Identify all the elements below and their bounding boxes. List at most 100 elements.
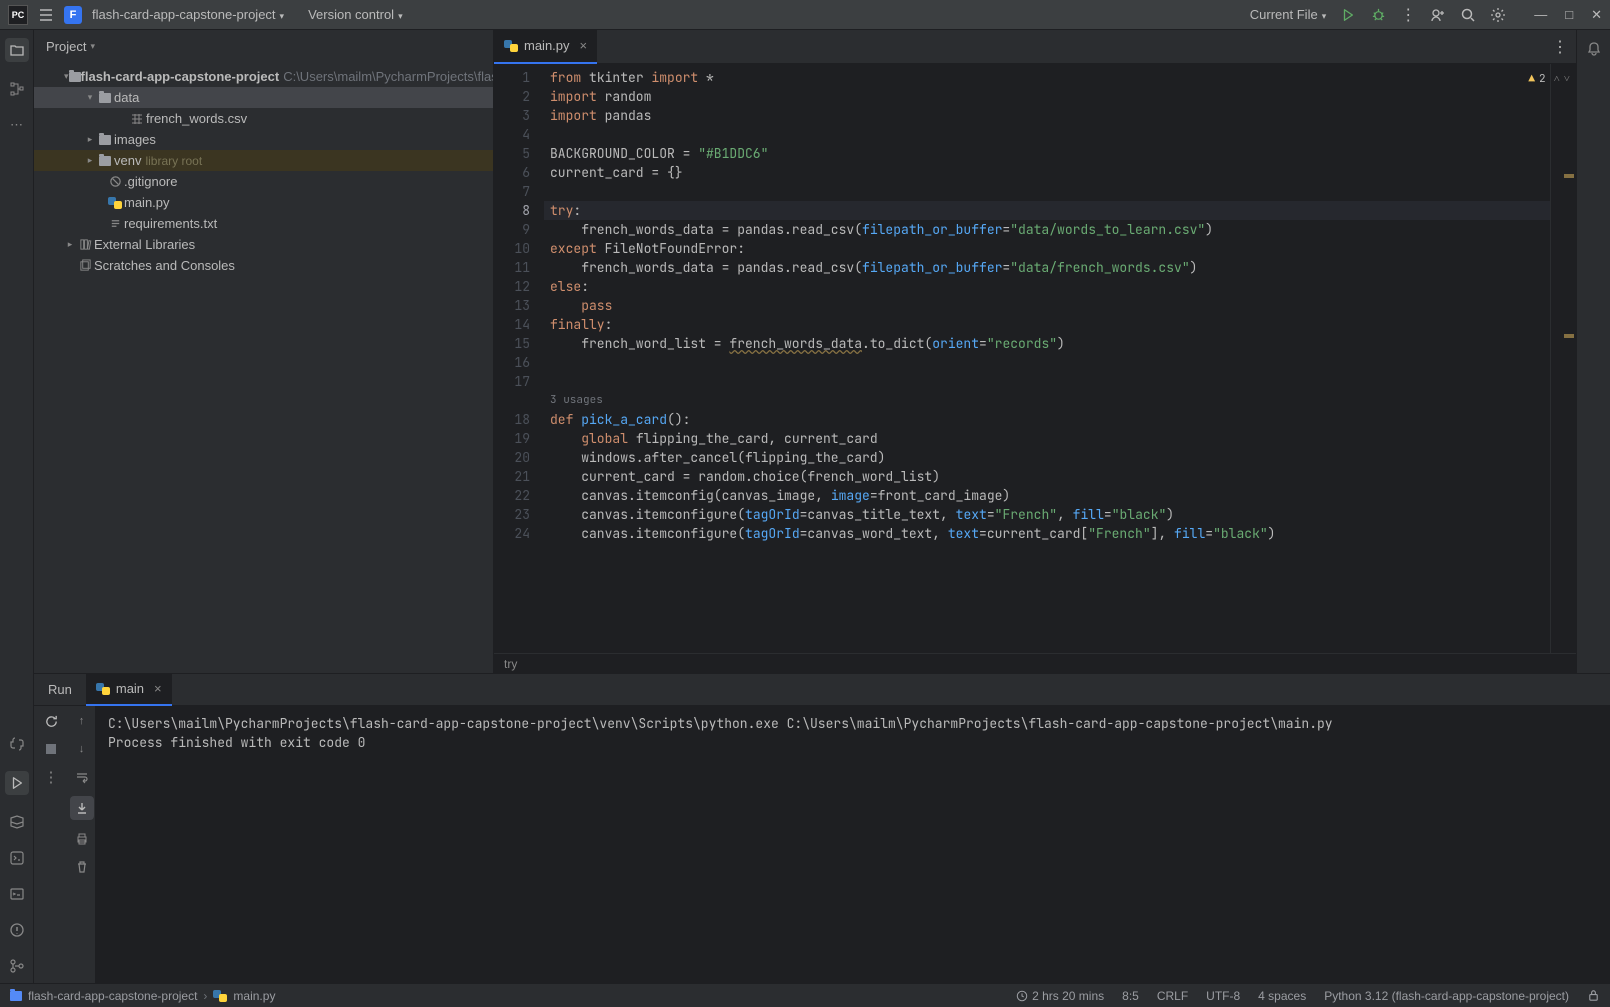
maximize-icon[interactable]: □	[1565, 7, 1573, 23]
python-file-icon	[213, 989, 227, 1003]
project-tool-icon[interactable]	[5, 38, 29, 62]
run-config-selector[interactable]: Current File▾	[1250, 7, 1326, 22]
lock-icon[interactable]	[1587, 989, 1600, 1002]
print-icon[interactable]	[73, 830, 91, 848]
tree-file-csv[interactable]: french_words.csv	[34, 108, 493, 129]
close-tab-icon[interactable]: ×	[580, 38, 588, 53]
chevron-right-icon[interactable]: ▸	[84, 155, 96, 166]
python-console-icon[interactable]	[8, 849, 26, 867]
ignore-file-icon	[106, 175, 124, 188]
problems-tool-icon[interactable]	[8, 921, 26, 939]
stop-icon[interactable]	[42, 740, 60, 758]
rerun-icon[interactable]	[42, 712, 60, 730]
run-tool-icon[interactable]	[5, 771, 29, 795]
python-file-icon	[504, 39, 518, 53]
python-file-icon	[106, 196, 124, 210]
more-tools-icon[interactable]: ⋯	[8, 116, 26, 134]
more-icon[interactable]: ⋮	[1400, 7, 1416, 23]
tree-file-requirements[interactable]: requirements.txt	[34, 213, 493, 234]
status-bar: flash-card-app-capstone-project › main.p…	[0, 983, 1610, 1007]
notifications-icon[interactable]	[1585, 40, 1603, 58]
close-tab-icon[interactable]: ×	[154, 681, 162, 696]
project-name[interactable]: flash-card-app-capstone-project▾	[92, 7, 284, 22]
main-menu-icon[interactable]	[38, 7, 54, 23]
code-area[interactable]: from tkinter import *import randomimport…	[544, 64, 1550, 653]
editor-panel: main.py × ⋮ 1234567891011121314151617181…	[494, 30, 1576, 673]
chevron-down-icon: ▾	[1322, 11, 1327, 21]
down-icon[interactable]: ↓	[73, 740, 91, 758]
status-interpreter[interactable]: Python 3.12 (flash-card-app-capstone-pro…	[1324, 989, 1569, 1003]
editor-marker-strip[interactable]: ▲ 2 ˄ ˅	[1550, 64, 1576, 653]
minimize-icon[interactable]: —	[1534, 7, 1547, 23]
tree-scratches[interactable]: Scratches and Consoles	[34, 255, 493, 276]
soft-wrap-icon[interactable]	[73, 768, 91, 786]
editor-more-icon[interactable]: ⋮	[1552, 39, 1568, 55]
chevron-right-icon[interactable]: ▸	[84, 134, 96, 145]
folder-icon	[96, 156, 114, 166]
delete-icon[interactable]	[73, 858, 91, 876]
chevron-down-icon[interactable]: ▾	[84, 92, 96, 103]
status-encoding[interactable]: UTF-8	[1206, 989, 1240, 1003]
chevron-down-icon[interactable]: ˅	[1564, 70, 1570, 89]
project-panel-title[interactable]: Project	[46, 39, 86, 54]
run-toolbar: ⋮	[34, 706, 68, 983]
text-file-icon	[106, 217, 124, 230]
left-tool-strip: ⋯	[0, 30, 34, 983]
chevron-down-icon[interactable]: ▾	[90, 41, 95, 52]
code-with-me-icon[interactable]	[1430, 7, 1446, 23]
chevron-right-icon[interactable]: ▸	[64, 239, 76, 250]
status-caret-pos[interactable]: 8:5	[1122, 989, 1139, 1003]
nav-breadcrumb[interactable]: flash-card-app-capstone-project › main.p…	[10, 989, 275, 1003]
editor-breadcrumb[interactable]: try	[494, 653, 1576, 673]
status-line-sep[interactable]: CRLF	[1157, 989, 1188, 1003]
scroll-to-end-icon[interactable]	[70, 796, 94, 820]
close-icon[interactable]: ✕	[1591, 7, 1602, 23]
warning-marker[interactable]	[1564, 334, 1574, 338]
folder-icon	[10, 991, 22, 1001]
tree-root[interactable]: ▾ flash-card-app-capstone-project C:\Use…	[34, 66, 493, 87]
terminal-tool-icon[interactable]	[8, 885, 26, 903]
editor-gutter[interactable]: 123456789101112131415161718192021222324	[494, 64, 544, 653]
chevron-down-icon: ▾	[398, 11, 403, 21]
status-indent[interactable]: 4 spaces	[1258, 989, 1306, 1003]
project-panel: Project ▾ ▾ flash-card-app-capstone-proj…	[34, 30, 494, 673]
search-icon[interactable]	[1460, 7, 1476, 23]
structure-tool-icon[interactable]	[8, 80, 26, 98]
tree-folder-venv[interactable]: ▸ venv library root	[34, 150, 493, 171]
project-badge-icon: F	[64, 6, 82, 24]
vcs-tool-icon[interactable]	[8, 957, 26, 975]
editor-tab-mainpy[interactable]: main.py ×	[494, 30, 597, 64]
inspection-badge[interactable]: ▲ 2 ˄ ˅	[1528, 70, 1570, 89]
folder-icon	[96, 135, 114, 145]
python-file-icon	[96, 682, 110, 696]
run-panel-title: Run	[34, 682, 86, 697]
run-tab-main[interactable]: main ×	[86, 674, 172, 706]
tree-file-mainpy[interactable]: main.py	[34, 192, 493, 213]
tree-folder-data[interactable]: ▾ data	[34, 87, 493, 108]
title-bar: PC F flash-card-app-capstone-project▾ Ve…	[0, 0, 1610, 30]
project-panel-header: Project ▾	[34, 30, 493, 64]
chevron-down-icon: ▾	[280, 11, 285, 21]
run-output[interactable]: C:\Users\mailm\PycharmProjects\flash-car…	[96, 706, 1610, 983]
tree-folder-images[interactable]: ▸ images	[34, 129, 493, 150]
run-icon[interactable]	[1340, 7, 1356, 23]
ide-logo-icon: PC	[8, 5, 28, 25]
services-tool-icon[interactable]	[8, 813, 26, 831]
debug-icon[interactable]	[1370, 7, 1386, 23]
csv-file-icon	[128, 112, 146, 126]
project-tree[interactable]: ▾ flash-card-app-capstone-project C:\Use…	[34, 64, 493, 673]
tree-file-gitignore[interactable]: .gitignore	[34, 171, 493, 192]
status-time[interactable]: 2 hrs 20 mins	[1016, 989, 1104, 1003]
settings-icon[interactable]	[1490, 7, 1506, 23]
more-icon[interactable]: ⋮	[42, 768, 60, 786]
warning-marker[interactable]	[1564, 174, 1574, 178]
tree-external-libs[interactable]: ▸ External Libraries	[34, 234, 493, 255]
folder-icon	[96, 93, 114, 103]
version-control-menu[interactable]: Version control▾	[308, 7, 403, 22]
up-icon[interactable]: ↑	[73, 712, 91, 730]
editor-body[interactable]: 123456789101112131415161718192021222324 …	[494, 64, 1576, 653]
chevron-up-icon[interactable]: ˄	[1554, 70, 1560, 89]
library-icon	[76, 238, 94, 251]
folder-icon	[69, 72, 81, 82]
python-packages-icon[interactable]	[8, 735, 26, 753]
